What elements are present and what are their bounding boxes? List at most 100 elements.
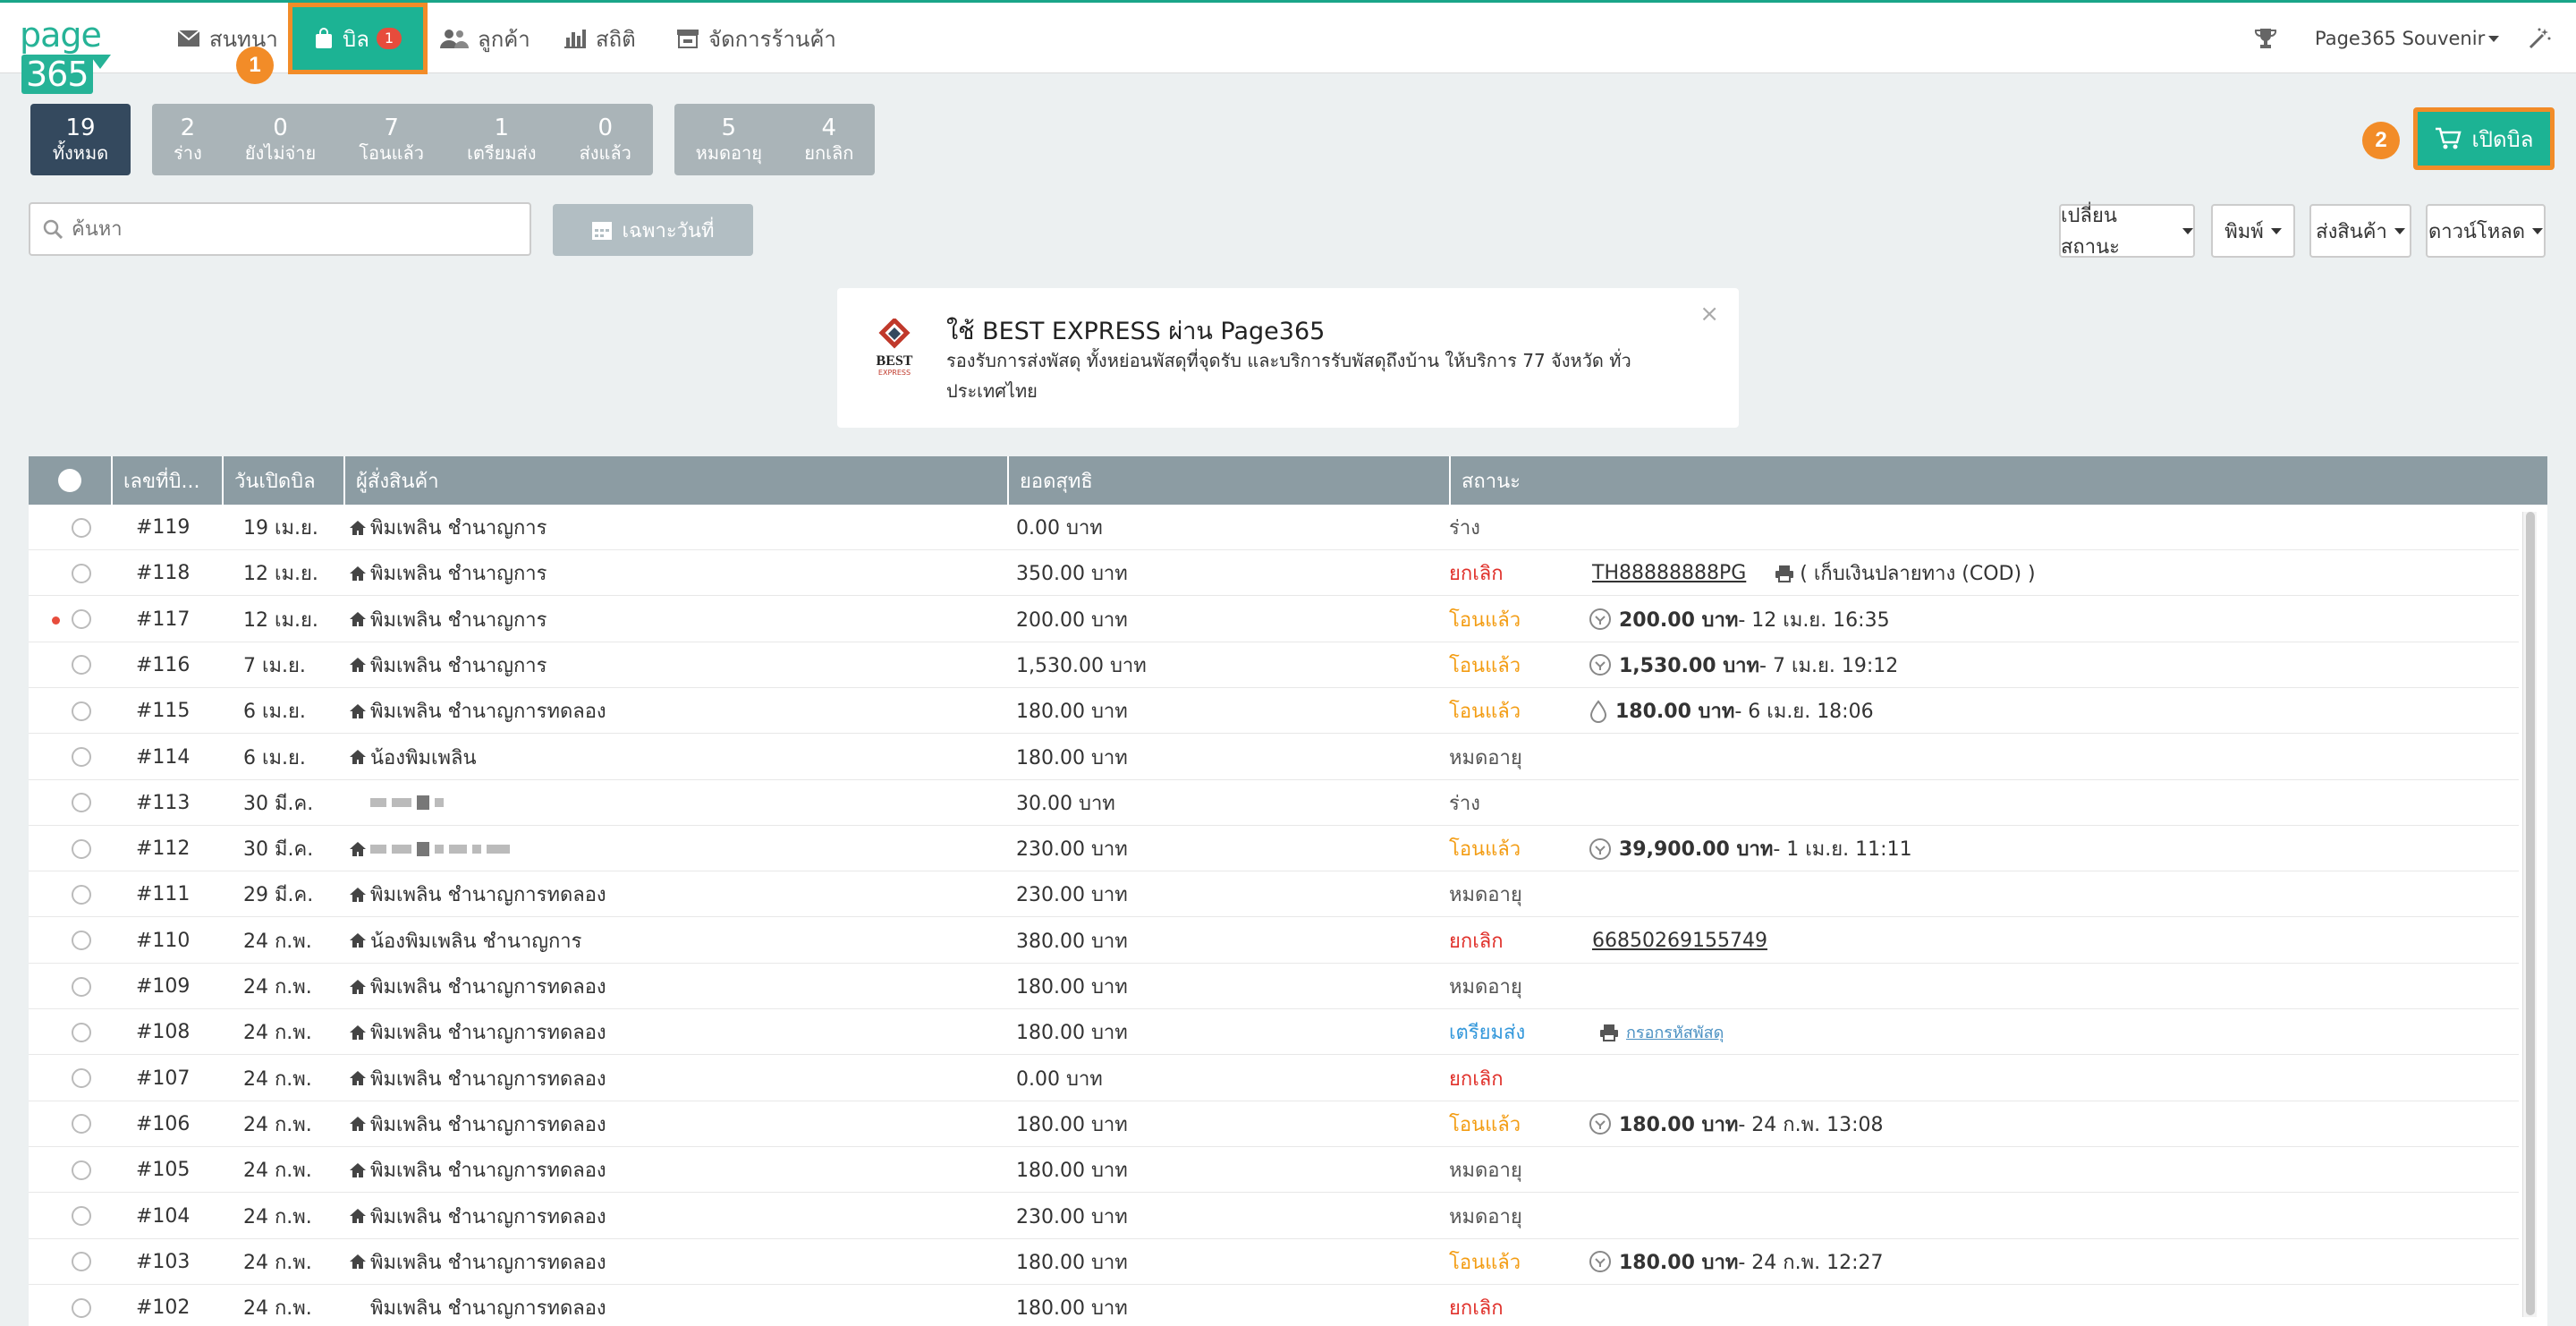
customer-cell[interactable]: พิมเพลิน ชำนาญการทดลอง (349, 1056, 606, 1101)
bill-status[interactable]: โอนแล้ว (1449, 597, 1521, 642)
tracking-number-link[interactable]: TH88888888PG (1592, 562, 1746, 584)
table-row[interactable]: #117 12 เม.ย. พิมเพลิน ชำนาญการ 200.00 บาท โ… (29, 597, 2519, 642)
row-select[interactable] (72, 1194, 91, 1239)
account-dropdown[interactable]: Page365 Souvenir (2315, 3, 2500, 74)
row-radio[interactable] (72, 1206, 91, 1226)
enter-tracking-link[interactable]: กรอกรหัสพัสดุ (1626, 1019, 1724, 1045)
customer-cell[interactable]: พิมเพลิน ชำนาญการทดลอง (349, 688, 606, 734)
bill-status[interactable]: ร่าง (1449, 505, 1480, 550)
bill-status[interactable]: โอนแล้ว (1449, 642, 1521, 688)
filter-preparing[interactable]: 1 เตรียมส่ง (451, 104, 552, 175)
printer-icon[interactable] (1599, 1024, 1619, 1041)
table-scrollbar[interactable] (2522, 512, 2537, 1317)
header-date[interactable]: วันเปิดบิล (222, 456, 343, 505)
bill-status[interactable]: โอนแล้ว (1449, 826, 1521, 871)
row-select[interactable] (72, 597, 91, 642)
row-select[interactable] (72, 688, 91, 734)
table-row[interactable]: #102 24 ก.พ. พิมเพลิน ชำนาญการทดลอง 180.00 … (29, 1285, 2519, 1326)
nav-bills[interactable]: บิล 1 (288, 3, 428, 74)
bill-status[interactable]: ยกเลิก (1449, 1056, 1504, 1101)
table-row[interactable]: #108 24 ก.พ. พิมเพลิน ชำนาญการทดลอง 180.00 … (29, 1009, 2519, 1056)
filter-all[interactable]: 19 ทั้งหมด (30, 104, 131, 175)
customer-cell[interactable]: พิมเพลิน ชำนาญการ (349, 642, 547, 688)
search-box[interactable] (29, 202, 531, 256)
bill-status[interactable]: หมดอายุ (1449, 871, 1522, 917)
header-status[interactable]: สถานะ (1449, 456, 2547, 505)
bill-status[interactable]: เตรียมส่ง (1449, 1009, 1525, 1055)
customer-cell[interactable]: พิมเพลิน ชำนาญการทดลอง (349, 1009, 606, 1055)
bill-status[interactable]: หมดอายุ (1449, 735, 1522, 780)
table-row[interactable]: #116 7 เม.ย. พิมเพลิน ชำนาญการ 1,530.00 บาท… (29, 642, 2519, 688)
trophy-button[interactable] (2254, 3, 2286, 74)
bill-status[interactable]: โอนแล้ว (1449, 1239, 1521, 1285)
customer-cell[interactable]: พิมเพลิน ชำนาญการทดลอง (349, 871, 606, 917)
table-row[interactable]: #112 30 มี.ค. 230.00 บาท โอนแล้ว 39,900.00 บ… (29, 826, 2519, 872)
row-radio[interactable] (72, 838, 91, 859)
bill-number[interactable]: #104 (136, 1194, 190, 1239)
row-radio[interactable] (72, 1068, 91, 1089)
header-customer[interactable]: ผู้สั่งสินค้า (343, 456, 1038, 505)
row-select[interactable] (72, 1285, 91, 1326)
row-radio[interactable] (72, 1022, 91, 1042)
bill-number[interactable]: #105 (136, 1147, 190, 1193)
date-filter-button[interactable]: เฉพาะวันที่ (553, 204, 753, 256)
select-all-radio[interactable] (58, 469, 81, 492)
row-radio[interactable] (72, 563, 91, 583)
bill-number[interactable]: #109 (136, 964, 190, 1009)
row-radio[interactable] (72, 1160, 91, 1180)
nav-customers[interactable]: ลูกค้า (440, 3, 530, 74)
bill-number[interactable]: #108 (136, 1009, 190, 1055)
customer-cell[interactable]: พิมเพลิน ชำนาญการทดลอง (349, 1194, 606, 1239)
bill-number[interactable]: #119 (136, 505, 190, 550)
select-all-checkbox[interactable] (29, 456, 111, 505)
bill-status[interactable]: ยกเลิก (1449, 550, 1504, 596)
row-radio[interactable] (72, 793, 91, 813)
filter-cancelled[interactable]: 4 ยกเลิก (788, 104, 869, 175)
filter-draft[interactable]: 2 ร่าง (157, 104, 218, 175)
scrollbar-thumb[interactable] (2526, 512, 2535, 1315)
table-row[interactable]: #113 30 มี.ค. 30.00 บาท ร่าง (29, 780, 2519, 826)
row-radio[interactable] (72, 655, 91, 676)
bill-number[interactable]: #112 (136, 826, 190, 871)
row-select[interactable] (72, 871, 91, 917)
filter-paid[interactable]: 7 โอนแล้ว (343, 104, 440, 175)
bill-number[interactable]: #106 (136, 1101, 190, 1147)
table-row[interactable]: #110 24 ก.พ. น้องพิมเพลิน ชำนาญการ 380.00 บ… (29, 918, 2519, 964)
table-row[interactable]: #106 24 ก.พ. พิมเพลิน ชำนาญการทดลอง 180.00 … (29, 1101, 2519, 1147)
customer-cell[interactable]: พิมเพลิน ชำนาญการทดลอง (349, 1285, 606, 1326)
bill-status[interactable]: หมดอายุ (1449, 964, 1522, 1009)
table-row[interactable]: #104 24 ก.พ. พิมเพลิน ชำนาญการทดลอง 230.00 … (29, 1194, 2519, 1239)
bill-status[interactable]: ยกเลิก (1449, 1285, 1504, 1326)
header-total[interactable]: ยอดสุทธิ (1007, 456, 1449, 505)
bill-status[interactable]: ร่าง (1449, 780, 1480, 826)
bill-status[interactable]: หมดอายุ (1449, 1147, 1522, 1193)
bill-number[interactable]: #111 (136, 871, 190, 917)
bill-number[interactable]: #114 (136, 735, 190, 780)
row-select[interactable] (72, 1009, 91, 1055)
ship-dropdown[interactable]: ส่งสินค้า (2309, 204, 2411, 258)
row-select[interactable] (72, 505, 91, 550)
row-radio[interactable] (72, 1297, 91, 1318)
row-radio[interactable] (72, 884, 91, 905)
row-select[interactable] (72, 550, 91, 596)
row-select[interactable] (72, 1056, 91, 1101)
nav-store[interactable]: จัดการร้านค้า (676, 3, 836, 74)
bill-number[interactable]: #110 (136, 918, 190, 964)
bill-number[interactable]: #115 (136, 688, 190, 734)
row-select[interactable] (72, 1101, 91, 1147)
bill-number[interactable]: #113 (136, 780, 190, 826)
bill-number[interactable]: #103 (136, 1239, 190, 1285)
row-radio[interactable] (72, 976, 91, 997)
printer-icon[interactable] (1775, 565, 1794, 582)
table-row[interactable]: #114 6 เม.ย. น้องพิมเพลิน 180.00 บาท หมดอายุ (29, 735, 2519, 780)
row-radio[interactable] (72, 609, 91, 630)
table-row[interactable]: #115 6 เม.ย. พิมเพลิน ชำนาญการทดลอง 180.00 … (29, 688, 2519, 735)
customer-cell[interactable]: พิมเพลิน ชำนาญการทดลอง (349, 964, 606, 1009)
table-row[interactable]: #118 12 เม.ย. พิมเพลิน ชำนาญการ 350.00 บาท ย… (29, 550, 2519, 597)
row-select[interactable] (72, 642, 91, 688)
customer-cell[interactable]: พิมเพลิน ชำนาญการทดลอง (349, 1239, 606, 1285)
row-radio[interactable] (72, 747, 91, 767)
row-select[interactable] (72, 1147, 91, 1193)
table-row[interactable]: #119 19 เม.ย. พิมเพลิน ชำนาญการ 0.00 บาท ร่า… (29, 505, 2519, 550)
bill-number[interactable]: #107 (136, 1056, 190, 1101)
